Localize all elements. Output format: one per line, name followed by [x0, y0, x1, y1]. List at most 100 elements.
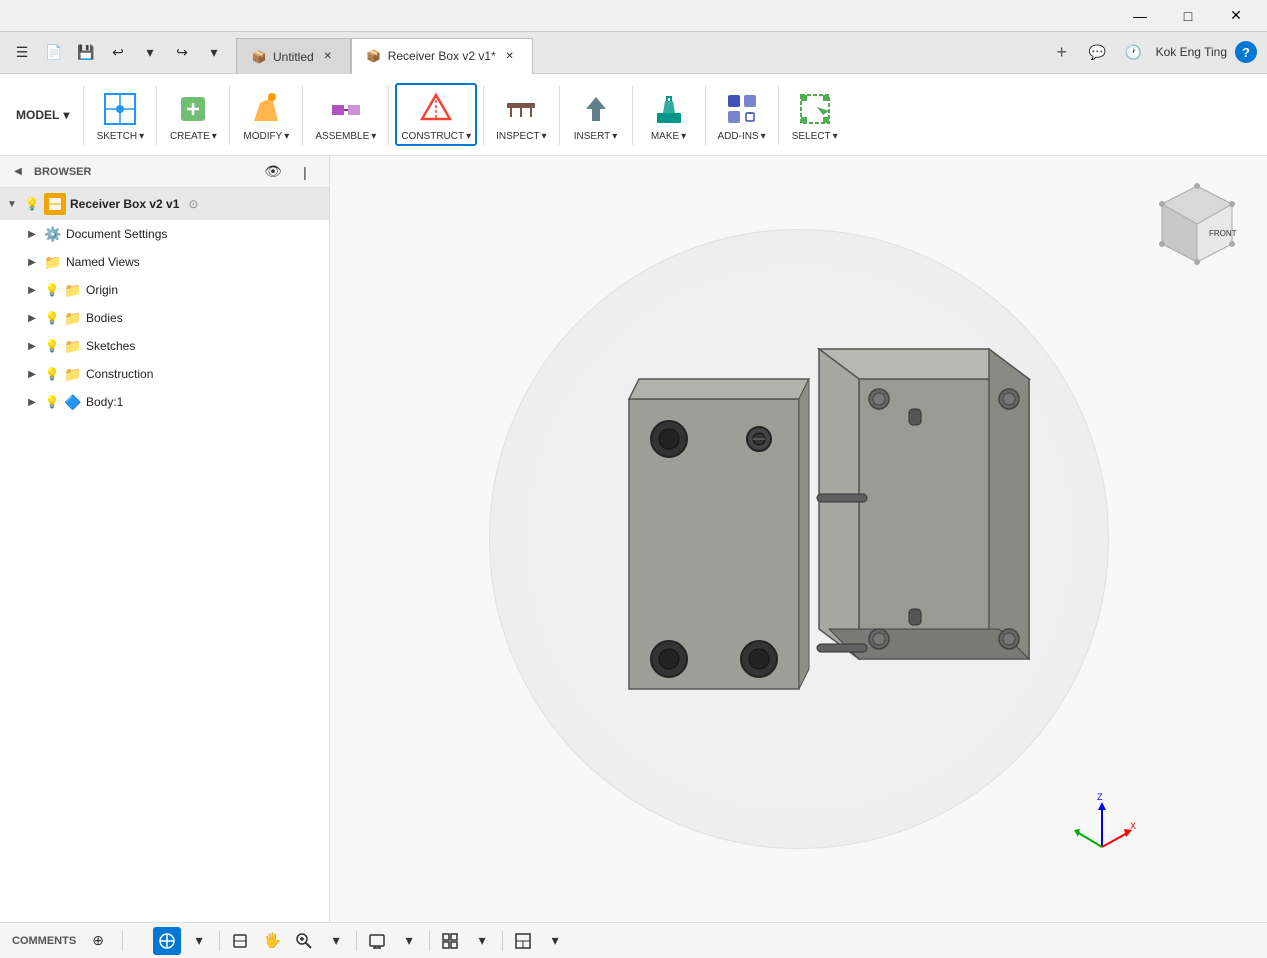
- toolbar-inspect[interactable]: INSPECT▾: [490, 83, 552, 146]
- viewport[interactable]: FRONT Z X: [330, 156, 1267, 922]
- redo-button[interactable]: ↪: [168, 38, 196, 66]
- grid-dropdown[interactable]: ▾: [468, 927, 496, 955]
- status-divider-3: [429, 931, 430, 951]
- add-comment-btn[interactable]: ⊕: [84, 927, 112, 955]
- maximize-button[interactable]: □: [1165, 0, 1211, 32]
- display-btn[interactable]: [363, 927, 391, 955]
- root-pin[interactable]: ⊙: [183, 194, 203, 214]
- addins-label: ADD-INS▾: [718, 131, 766, 142]
- close-button[interactable]: ✕: [1213, 0, 1259, 32]
- grid-btn[interactable]: [436, 927, 464, 955]
- browser-header: ◀ BROWSER 👁 |: [0, 156, 329, 188]
- tab-untitled[interactable]: 📦 Untitled ✕: [236, 38, 351, 74]
- save-button[interactable]: 💾: [72, 38, 100, 66]
- undo-arrow[interactable]: ▾: [136, 38, 164, 66]
- construct-label: CONSTRUCT▾: [401, 131, 471, 142]
- bodies-eye[interactable]: 💡: [44, 310, 60, 326]
- select-mode-btn[interactable]: [153, 927, 181, 955]
- tree-named-views[interactable]: ▶ 📁 Named Views: [0, 248, 329, 276]
- tabbar-right: + 💬 🕐 Kok Eng Ting ?: [1048, 31, 1267, 73]
- user-name-label[interactable]: Kok Eng Ting: [1156, 45, 1227, 59]
- redo-arrow[interactable]: ▾: [200, 38, 228, 66]
- tree-bodies[interactable]: ▶ 💡 📁 Bodies: [0, 304, 329, 332]
- new-design-button[interactable]: 📄: [40, 38, 68, 66]
- svg-text:FRONT: FRONT: [1209, 229, 1237, 238]
- sketches-label: Sketches: [86, 339, 135, 353]
- browser-collapse[interactable]: ◀: [10, 164, 26, 180]
- construction-arrow: ▶: [24, 366, 40, 382]
- pan-btn[interactable]: 🖐: [258, 927, 286, 955]
- cube-nav[interactable]: FRONT: [1147, 176, 1247, 276]
- construct-icon: [414, 87, 458, 131]
- origin-label: Origin: [86, 283, 118, 297]
- new-tab-button[interactable]: +: [1048, 38, 1076, 66]
- toolbar-insert[interactable]: INSERT▾: [566, 83, 626, 146]
- root-icon: [44, 193, 66, 215]
- zoom-dropdown[interactable]: ▾: [322, 927, 350, 955]
- toolbar-make[interactable]: MAKE▾: [639, 83, 699, 146]
- insert-icon: [574, 87, 618, 131]
- zoom-btn[interactable]: [290, 927, 318, 955]
- tab-untitled-close[interactable]: ✕: [320, 49, 336, 65]
- select-dropdown[interactable]: ▾: [185, 927, 213, 955]
- root-arrow: ▼: [4, 196, 20, 212]
- toolbar-construct[interactable]: CONSTRUCT▾: [395, 83, 477, 146]
- bodies-label: Bodies: [86, 311, 123, 325]
- browser-pin-btn[interactable]: |: [291, 158, 319, 186]
- modify-label: MODIFY▾: [243, 131, 289, 142]
- tree-sketches[interactable]: ▶ 💡 📁 Sketches: [0, 332, 329, 360]
- main-area: ◀ BROWSER 👁 | ▼ 💡 Receiver Box v2 v1 ⊙ ▶…: [0, 156, 1267, 922]
- toolbar-assemble[interactable]: ASSEMBLE▾: [309, 83, 382, 146]
- tab-receiver-box[interactable]: 📦 Receiver Box v2 v1* ✕: [351, 38, 533, 74]
- assemble-icon: [324, 87, 368, 131]
- toolbar-addins[interactable]: ADD-INS▾: [712, 83, 772, 146]
- construction-eye[interactable]: 💡: [44, 366, 60, 382]
- body1-arrow: ▶: [24, 394, 40, 410]
- status-divider-0: [122, 931, 123, 951]
- body1-eye[interactable]: 💡: [44, 394, 60, 410]
- toolbar-sketch[interactable]: SKETCH▾: [90, 83, 150, 146]
- body1-icon: 🔷: [64, 393, 82, 411]
- model-arrow: ▾: [63, 108, 69, 122]
- display-dropdown[interactable]: ▾: [395, 927, 423, 955]
- status-divider-4: [502, 931, 503, 951]
- root-label: Receiver Box v2 v1: [70, 197, 179, 211]
- tab-untitled-label: Untitled: [273, 50, 314, 64]
- tree-body1[interactable]: ▶ 💡 🔷 Body:1: [0, 388, 329, 416]
- comments-button[interactable]: 💬: [1084, 38, 1112, 66]
- fit-to-screen-btn[interactable]: [226, 927, 254, 955]
- status-tools: ▾ 🖐 ▾ ▾: [153, 927, 569, 955]
- undo-button[interactable]: ↩: [104, 38, 132, 66]
- root-eye[interactable]: 💡: [24, 196, 40, 212]
- bodies-arrow: ▶: [24, 310, 40, 326]
- toolbar-select[interactable]: SELECT▾: [785, 83, 845, 146]
- layout-btn[interactable]: [509, 927, 537, 955]
- tabbar: ☰ 📄 💾 ↩ ▾ ↪ ▾ 📦 Untitled ✕ 📦 Receiver Bo…: [0, 32, 1267, 74]
- sketches-arrow: ▶: [24, 338, 40, 354]
- tree-doc-settings[interactable]: ▶ ⚙️ Document Settings: [0, 220, 329, 248]
- minimize-button[interactable]: —: [1117, 0, 1163, 32]
- make-icon: [647, 87, 691, 131]
- help-button[interactable]: ?: [1235, 41, 1257, 63]
- tree-root-item[interactable]: ▼ 💡 Receiver Box v2 v1 ⊙: [0, 188, 329, 220]
- comments-label: COMMENTS: [12, 935, 76, 947]
- status-divider-1: [219, 931, 220, 951]
- toolbar-modify[interactable]: MODIFY▾: [236, 83, 296, 146]
- tree-origin[interactable]: ▶ 💡 📁 Origin: [0, 276, 329, 304]
- select-icon: [793, 87, 837, 131]
- layout-dropdown[interactable]: ▾: [541, 927, 569, 955]
- tree-construction[interactable]: ▶ 💡 📁 Construction: [0, 360, 329, 388]
- tab-untitled-icon: 📦: [251, 49, 267, 65]
- origin-eye[interactable]: 💡: [44, 282, 60, 298]
- tab-receiver-icon: 📦: [366, 48, 382, 64]
- insert-label: INSERT▾: [574, 131, 618, 142]
- toolbar-create[interactable]: CREATE▾: [163, 83, 223, 146]
- browser-eye-btn[interactable]: 👁: [259, 158, 287, 186]
- toolbar-divider-7: [632, 85, 633, 145]
- bodies-icon: 📁: [64, 309, 82, 327]
- model-dropdown[interactable]: MODEL ▾: [8, 104, 77, 126]
- sketches-eye[interactable]: 💡: [44, 338, 60, 354]
- tab-receiver-close[interactable]: ✕: [502, 48, 518, 64]
- app-menu-button[interactable]: ☰: [8, 38, 36, 66]
- history-button[interactable]: 🕐: [1120, 38, 1148, 66]
